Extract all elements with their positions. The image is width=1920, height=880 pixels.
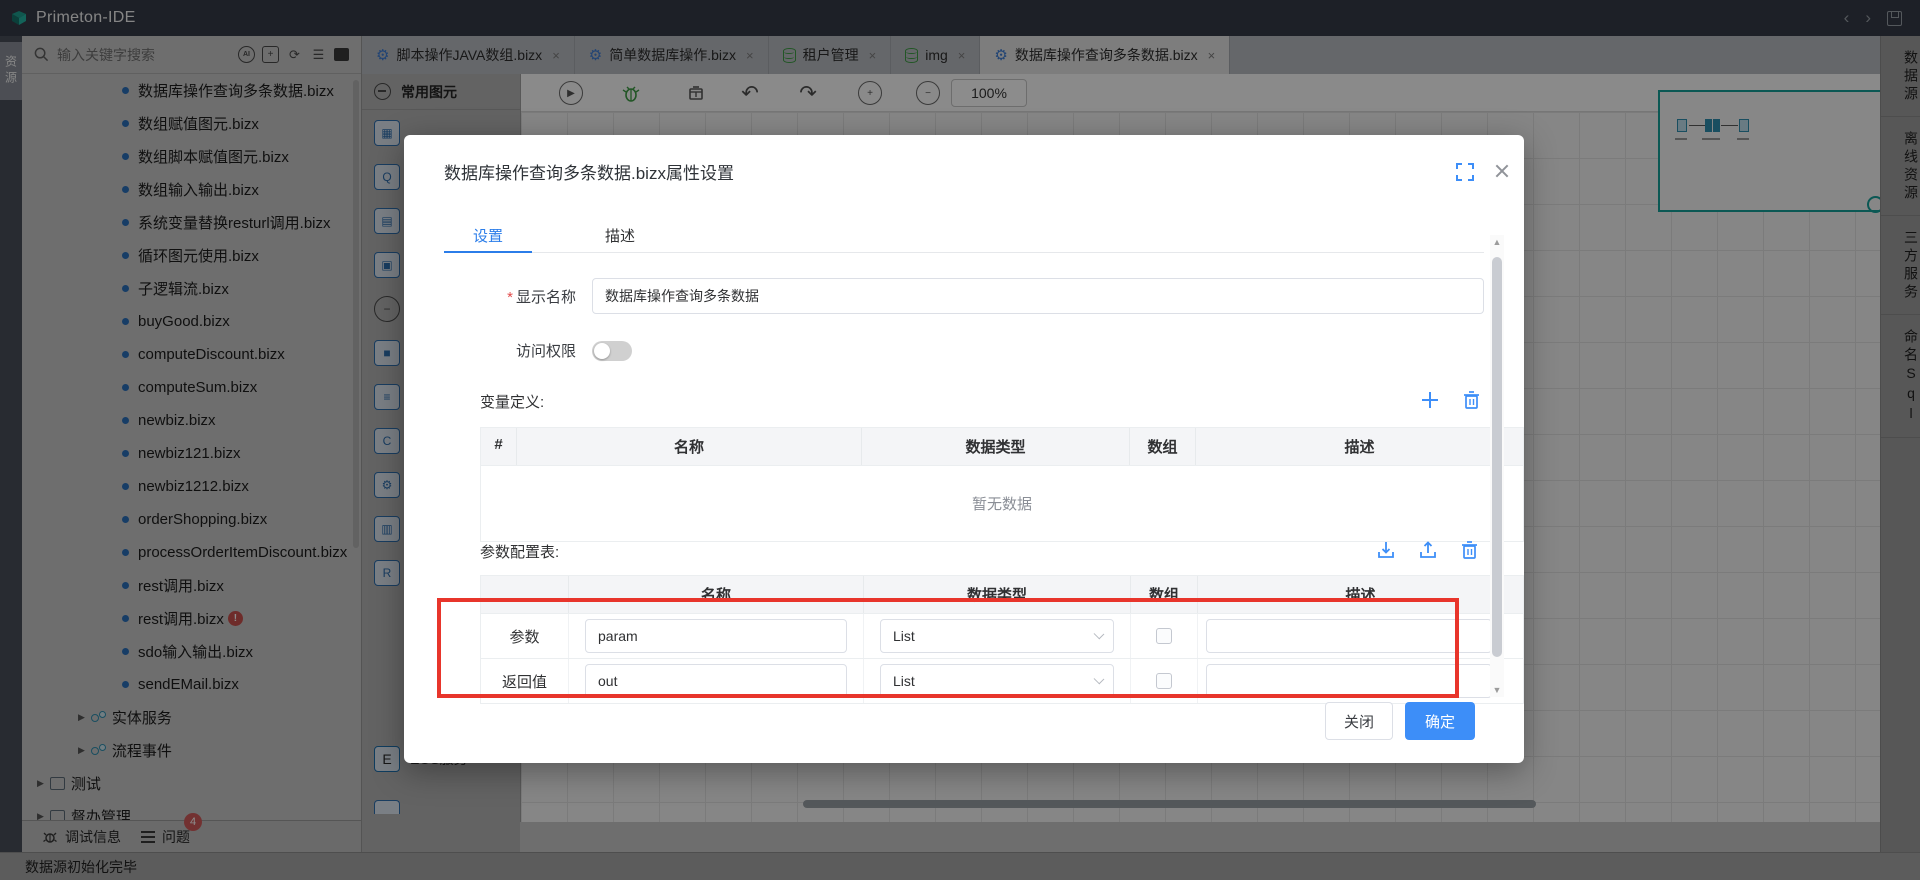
fullscreen-icon[interactable] — [1456, 163, 1474, 181]
return-array-checkbox[interactable] — [1156, 673, 1172, 689]
param-array-checkbox[interactable] — [1156, 628, 1172, 644]
column-header: 数据类型 — [864, 576, 1131, 613]
variables-table: # 名称 数据类型 数组 描述 暂无数据 — [480, 427, 1524, 542]
scroll-up-icon[interactable]: ▲ — [1490, 237, 1504, 247]
column-header: # — [481, 428, 517, 465]
param-row-label: 参数 — [509, 628, 540, 646]
export-icon[interactable] — [1418, 540, 1438, 560]
tab-description[interactable]: 描述 — [576, 218, 664, 252]
add-variable-icon[interactable] — [1420, 390, 1440, 410]
params-table: 名称数据类型数组 描述 参数 List 返回值 List — [480, 575, 1524, 704]
dialog-scrollbar[interactable]: ▲ ▼ — [1490, 235, 1504, 697]
column-header: 描述 — [1345, 587, 1376, 604]
required-mark: * — [507, 288, 513, 306]
access-row: 访问权限 — [444, 340, 1484, 361]
variables-table-header: # 名称 数据类型 数组 描述 — [481, 428, 1523, 466]
dialog-tabs: 设置 描述 — [444, 218, 1484, 253]
var-section-actions — [1420, 390, 1481, 410]
param-type-select[interactable]: List — [880, 619, 1114, 653]
delete-param-icon[interactable] — [1460, 540, 1479, 560]
return-desc-input[interactable] — [1206, 664, 1492, 698]
close-button[interactable]: 关闭 — [1325, 702, 1393, 740]
return-type-select[interactable]: List — [880, 664, 1114, 698]
column-header: 描述 — [1344, 439, 1375, 456]
display-name-row: * 显示名称 — [444, 278, 1484, 314]
param-section-actions — [1376, 540, 1479, 560]
scroll-down-icon[interactable]: ▼ — [1490, 685, 1504, 695]
column-header: 名称 — [517, 428, 862, 465]
chevron-down-icon — [1093, 628, 1105, 640]
column-header — [481, 576, 569, 613]
param-name-input[interactable] — [585, 619, 847, 653]
column-header: 名称 — [569, 576, 864, 613]
scrollbar-thumb[interactable] — [1492, 257, 1502, 657]
params-table-header: 名称 数据类型 数组 描述 — [481, 576, 1523, 614]
param-row-input: 参数 List — [481, 614, 1523, 659]
param-row-output: 返回值 List — [481, 659, 1523, 704]
return-name-input[interactable] — [585, 664, 847, 698]
confirm-button[interactable]: 确定 — [1405, 702, 1475, 740]
display-name-input[interactable] — [592, 278, 1484, 314]
tab-settings[interactable]: 设置 — [444, 218, 532, 253]
delete-variable-icon[interactable] — [1462, 390, 1481, 410]
access-label: 访问权限 — [515, 343, 576, 360]
column-header: 数据类型 — [862, 428, 1130, 465]
chevron-down-icon — [1093, 673, 1105, 685]
param-section-label: 参数配置表: — [480, 544, 560, 561]
dialog-title: 数据库操作查询多条数据.bizx属性设置 — [444, 164, 734, 183]
variables-empty-text: 暂无数据 — [481, 466, 1523, 542]
column-header: 数组 — [1130, 428, 1196, 465]
var-section-label: 变量定义: — [480, 394, 545, 411]
import-icon[interactable] — [1376, 540, 1396, 560]
access-toggle[interactable] — [592, 340, 632, 361]
column-header: 数组 — [1131, 576, 1198, 613]
close-icon[interactable] — [1492, 161, 1512, 181]
display-name-label: * 显示名称 — [507, 288, 576, 306]
primeton-ide-window: Primeton-IDE ‹ › 资源 输入关键字搜索 AI + ⟳ ☰ 数据库… — [0, 0, 1920, 880]
return-row-label: 返回值 — [501, 673, 547, 691]
param-desc-input[interactable] — [1206, 619, 1492, 653]
properties-dialog: 数据库操作查询多条数据.bizx属性设置 设置 描述 *显示名称 访问权限 变量… — [404, 135, 1524, 763]
